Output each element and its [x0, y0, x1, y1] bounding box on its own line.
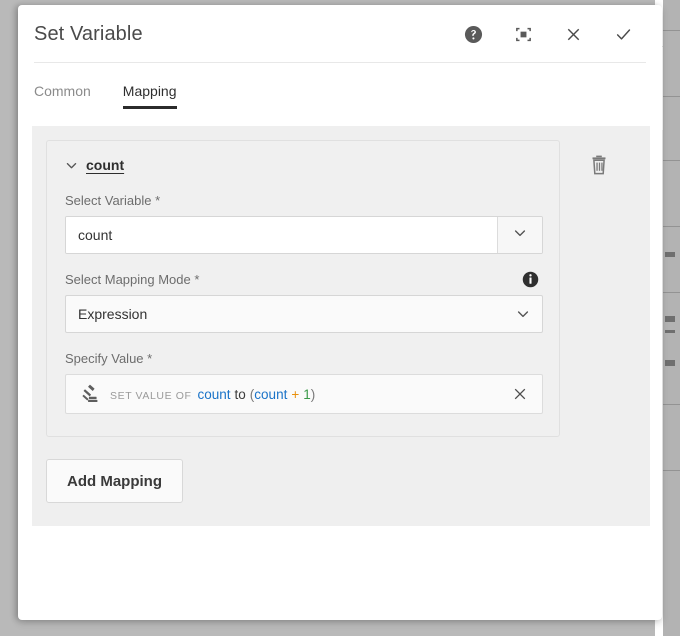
mapping-mode-select[interactable]: Expression	[65, 295, 543, 333]
screen-root: Set Variable	[0, 0, 680, 636]
expression-text: Set value of count to ( count + 1 )	[110, 387, 315, 402]
chevron-down-icon	[516, 307, 530, 321]
tab-mapping[interactable]: Mapping	[123, 83, 177, 109]
background-right-rail	[663, 0, 680, 636]
expr-token-variable-1: count	[198, 387, 231, 402]
expr-token-operator: +	[291, 387, 299, 402]
info-icon[interactable]	[522, 271, 539, 288]
page-title: Set Variable	[34, 23, 143, 46]
expression-builder-icon[interactable]	[76, 382, 102, 406]
chevron-down-icon	[513, 226, 527, 245]
field-mapping-mode: Select Mapping Mode * Expression	[65, 270, 541, 333]
select-variable-control[interactable]: count	[65, 216, 543, 254]
specify-value-control[interactable]: Set value of count to ( count + 1 )	[65, 374, 543, 414]
dialog-header: Set Variable	[18, 5, 662, 63]
mapping-mode-value: Expression	[78, 306, 147, 322]
mapping-mode-label: Select Mapping Mode *	[65, 272, 199, 287]
help-icon[interactable]	[462, 23, 484, 45]
close-icon[interactable]	[562, 23, 584, 45]
field-select-variable: Select Variable * count	[65, 191, 541, 254]
field-specify-value: Specify Value *	[65, 349, 541, 414]
select-variable-label-row: Select Variable *	[65, 191, 541, 209]
set-variable-dialog: Set Variable	[18, 5, 662, 620]
header-divider	[34, 62, 646, 63]
select-variable-input[interactable]: count	[66, 217, 497, 253]
dialog-header-actions	[462, 23, 648, 45]
specify-value-label: Specify Value *	[65, 351, 152, 366]
expr-token-paren-close: )	[311, 387, 316, 402]
delete-mapping-button[interactable]	[587, 153, 611, 177]
maximize-icon[interactable]	[512, 23, 534, 45]
mapping-card-header[interactable]: count	[65, 157, 541, 173]
mapping-mode-label-row: Select Mapping Mode *	[65, 270, 541, 288]
expr-token-number: 1	[303, 387, 311, 402]
select-variable-label: Select Variable *	[65, 193, 160, 208]
dialog-tabs: Common Mapping	[18, 63, 662, 109]
add-mapping-button[interactable]: Add Mapping	[46, 459, 183, 503]
expr-token-keyword: Set value of	[110, 390, 192, 402]
expr-token-variable-2: count	[254, 387, 287, 402]
mapping-card: count Select Variable *	[46, 140, 560, 437]
expr-token-to: to	[235, 387, 246, 402]
tab-common[interactable]: Common	[34, 83, 91, 109]
chevron-down-icon	[65, 159, 78, 172]
mapping-card-title[interactable]: count	[86, 157, 124, 173]
confirm-icon[interactable]	[612, 23, 634, 45]
clear-expression-icon[interactable]	[510, 384, 530, 404]
mapping-panel: count Select Variable *	[32, 126, 650, 526]
specify-value-label-row: Specify Value *	[65, 349, 541, 367]
select-variable-dropdown-button[interactable]	[497, 217, 542, 253]
